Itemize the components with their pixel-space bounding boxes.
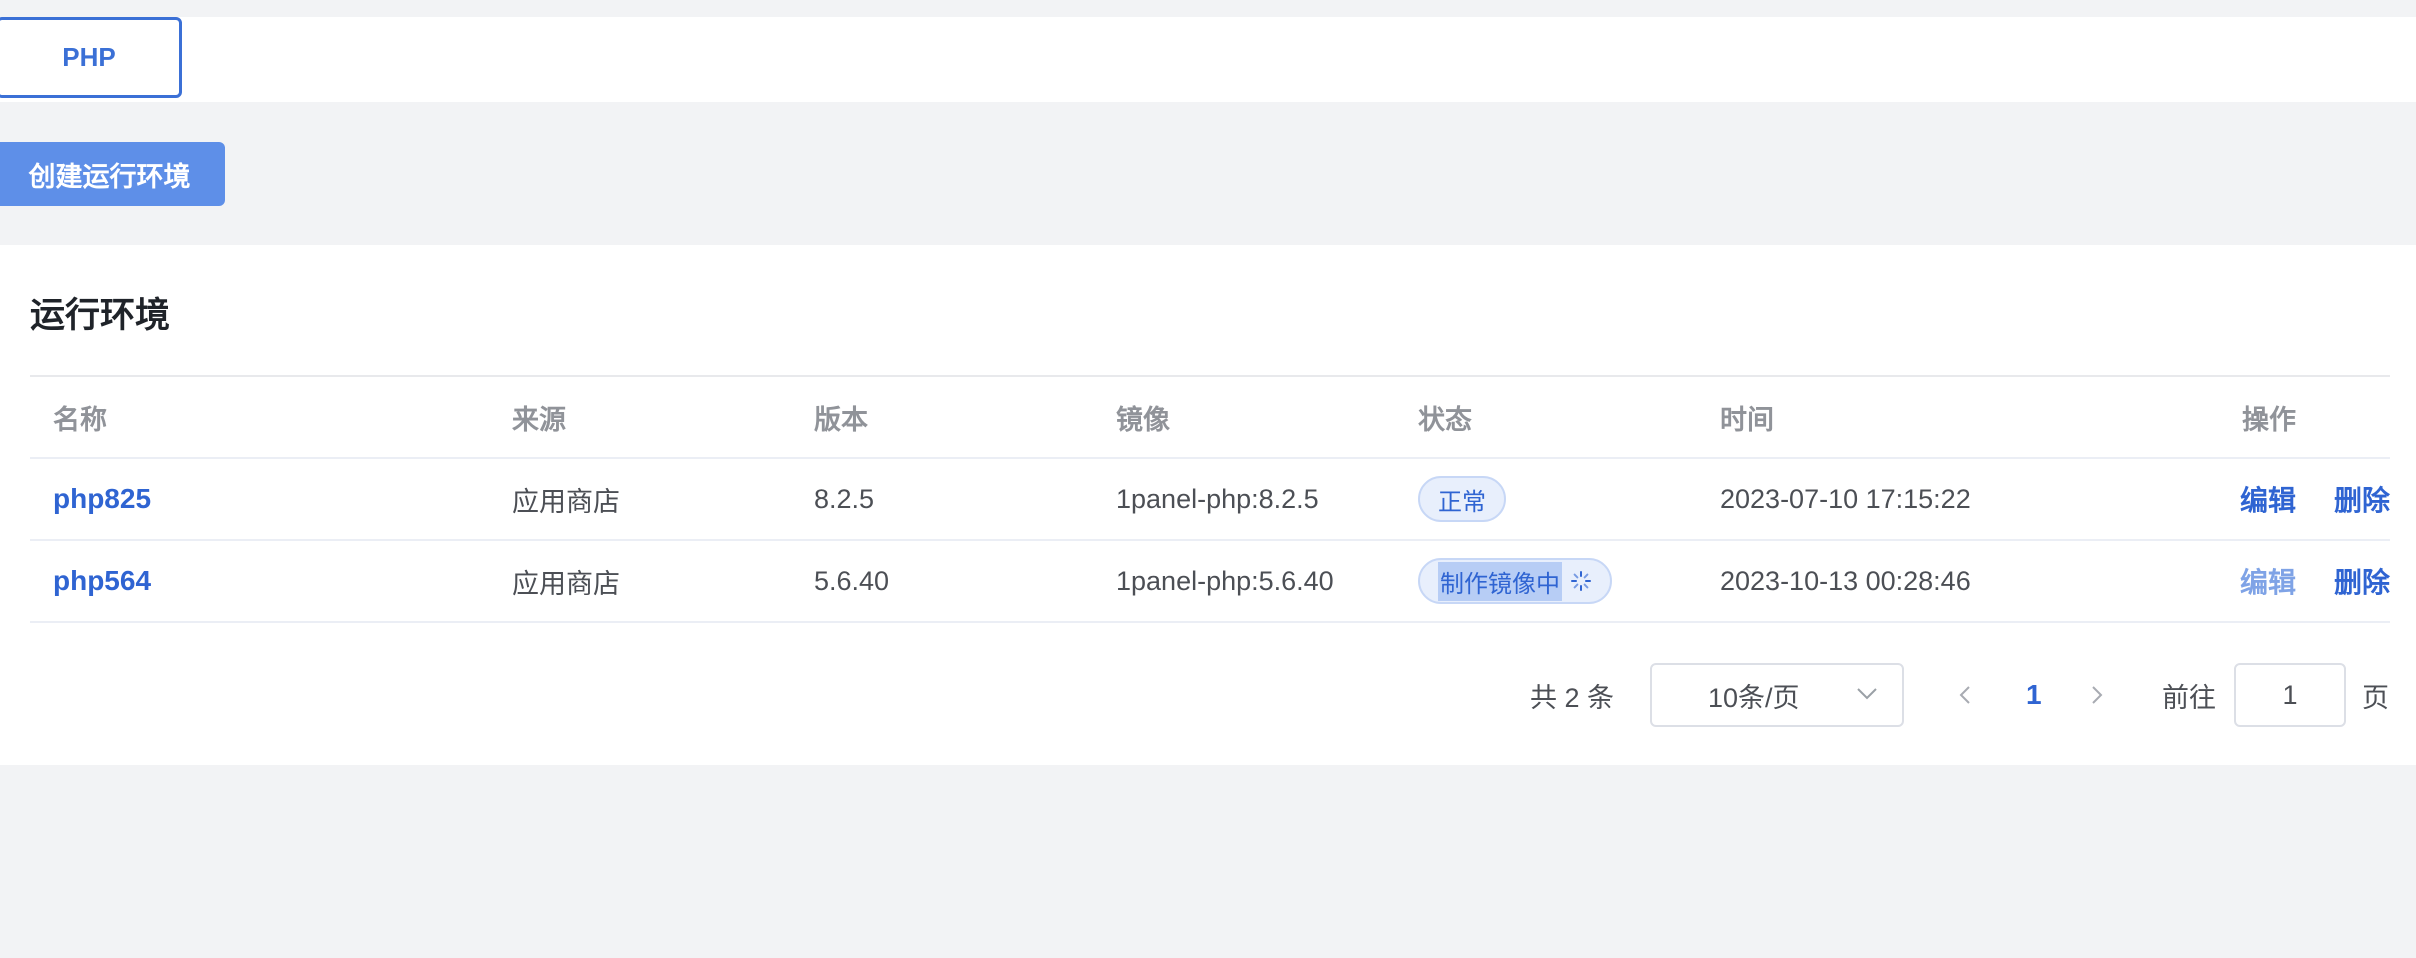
ops-cell: 编辑 删除 [2240,541,2416,621]
pagination-total: 共 2 条 [1530,682,1615,713]
status-badge-label: 制作镜像中 [1438,561,1562,601]
edit-button[interactable]: 编辑 [2240,479,2296,519]
image-cell: 1panel-php:8.2.5 [1116,483,1319,514]
version-cell: 5.6.40 [814,565,890,596]
goto-page-input[interactable] [2234,663,2346,727]
status-cell: 正常 [1418,459,1506,539]
chevron-right-icon [2092,686,2103,704]
status-cell: 制作镜像中 [1418,541,1612,621]
image-cell: 1panel-php:5.6.40 [1116,565,1334,596]
name-cell: php825 [53,459,151,539]
source-cell: 应用商店 [512,568,620,599]
tab-php[interactable]: PHP [0,17,182,98]
loading-spinner-icon [1571,571,1591,591]
delete-button[interactable]: 删除 [2334,561,2390,601]
table-row: php564 应用商店 5.6.40 1panel-php:5.6.40 制作镜… [30,541,2390,623]
runtime-name-link[interactable]: php825 [53,483,151,515]
page-size-value: 10条/页 [1708,682,1800,713]
time-cell: 2023-07-10 17:15:22 [1720,483,1971,514]
status-badge: 正常 [1418,476,1506,522]
page-number-current[interactable]: 1 [2026,663,2042,727]
column-header-time: 时间 [1720,404,1774,435]
page-size-select[interactable]: 10条/页 [1650,663,1904,727]
column-header-name: 名称 [53,404,107,435]
runtime-tab-bar: PHP [0,17,2416,102]
source-cell: 应用商店 [512,486,620,517]
table-row: php825 应用商店 8.2.5 1panel-php:8.2.5 正常 20… [30,459,2390,541]
delete-button[interactable]: 删除 [2334,479,2390,519]
status-badge-label: 正常 [1438,488,1486,516]
runtime-table: 名称 来源 版本 镜像 状态 时间 操作 php825 应用商店 8.2.5 1… [30,375,2390,623]
column-header-status: 状态 [1418,404,1472,435]
column-header-version: 版本 [814,404,868,435]
ops-cell: 编辑 删除 [2240,459,2416,539]
runtime-card: 运行环境 名称 来源 版本 镜像 状态 时间 操作 php825 应用商店 8.… [0,245,2416,765]
runtime-name-link[interactable]: php564 [53,565,151,597]
time-cell: 2023-10-13 00:28:46 [1720,565,1971,596]
page-title: 运行环境 [30,296,171,335]
page-suffix-label: 页 [2362,682,2389,713]
goto-label: 前往 [2162,682,2216,713]
next-page-button[interactable] [2090,663,2104,727]
version-cell: 8.2.5 [814,483,875,514]
prev-page-button[interactable] [1958,663,1972,727]
name-cell: php564 [53,541,151,621]
column-header-ops: 操作 [2242,404,2296,435]
chevron-left-icon [1959,686,1970,704]
column-header-source: 来源 [512,404,566,435]
column-header-image: 镜像 [1116,404,1170,435]
edit-button[interactable]: 编辑 [2240,561,2296,601]
chevron-down-icon [1857,688,1877,700]
status-badge: 制作镜像中 [1418,558,1612,604]
table-header-row: 名称 来源 版本 镜像 状态 时间 操作 [30,377,2390,459]
create-runtime-button[interactable]: 创建运行环境 [0,142,225,206]
